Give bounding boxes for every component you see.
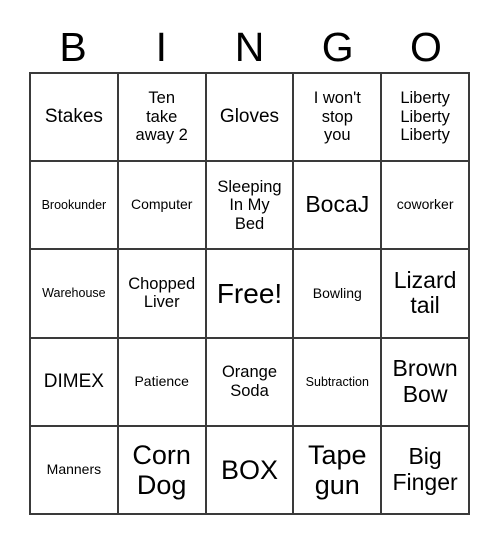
bingo-cell[interactable]: BOX bbox=[206, 426, 295, 515]
bingo-cell[interactable]: I won't stop you bbox=[294, 74, 383, 163]
bingo-cell[interactable]: Ten take away 2 bbox=[118, 74, 207, 163]
bingo-cell[interactable]: Liberty Liberty Liberty bbox=[382, 74, 470, 163]
bingo-cell-label: Subtraction bbox=[305, 374, 369, 389]
bingo-cell-label: I won't stop you bbox=[313, 89, 361, 145]
bingo-header-letter-o: O bbox=[409, 23, 442, 70]
bingo-cell[interactable]: coworker bbox=[382, 162, 470, 251]
bingo-cell[interactable]: Chopped Liver bbox=[118, 250, 207, 339]
bingo-grid: Stakes Ten take away 2 Gloves I won't stop … bbox=[29, 72, 470, 515]
bingo-cell-label: Liberty Liberty Liberty bbox=[400, 89, 450, 145]
bingo-cell-label: Big Finger bbox=[392, 443, 458, 495]
bingo-cell-label: DIMEX bbox=[43, 371, 104, 393]
bingo-cell[interactable]: Manners bbox=[31, 426, 119, 515]
bingo-cell[interactable]: Patience bbox=[118, 338, 207, 427]
bingo-card: B I N G O Stakes Ten take away 2 Gloves I won't… bbox=[0, 0, 500, 544]
bingo-cell-label: BocaJ bbox=[305, 191, 370, 218]
bingo-cell-label: coworker bbox=[396, 196, 454, 213]
bingo-cell-label: BOX bbox=[220, 454, 278, 485]
bingo-header-row: BINGO bbox=[29, 22, 470, 72]
bingo-header-letter-n: N bbox=[234, 23, 265, 70]
bingo-cell-label: Ten take away 2 bbox=[135, 89, 188, 145]
bingo-cell-label: Warehouse bbox=[42, 286, 106, 301]
bingo-cell-label: Sleeping In My Bed bbox=[217, 177, 282, 233]
bingo-cell-label: Tape gun bbox=[308, 439, 367, 500]
bingo-cell[interactable]: Corn Dog bbox=[118, 426, 207, 515]
bingo-cell-label: Brookunder bbox=[41, 198, 107, 213]
bingo-header-letter-g: G bbox=[321, 23, 354, 70]
bingo-cell[interactable]: Gloves bbox=[206, 74, 295, 163]
bingo-cell-label: Computer bbox=[130, 196, 193, 213]
bingo-cell[interactable]: Sleeping In My Bed bbox=[206, 162, 295, 251]
bingo-cell[interactable]: Warehouse bbox=[31, 250, 119, 339]
bingo-cell-label: Manners bbox=[46, 461, 102, 478]
bingo-cell-label: Brown Bow bbox=[392, 354, 458, 407]
bingo-cell[interactable]: Bowling bbox=[294, 250, 383, 339]
bingo-cell-label: Stakes bbox=[44, 106, 103, 128]
bingo-cell-label: Corn Dog bbox=[132, 439, 191, 500]
bingo-cell[interactable]: Computer bbox=[118, 162, 207, 251]
bingo-cell-label: Bowling bbox=[312, 284, 362, 301]
bingo-cell[interactable]: Brookunder bbox=[31, 162, 119, 251]
bingo-cell[interactable]: Lizard tail bbox=[382, 250, 470, 339]
bingo-header-letter-b: B bbox=[59, 23, 87, 70]
bingo-free-space-cell[interactable]: Free! bbox=[206, 250, 295, 339]
bingo-cell-label: Lizard tail bbox=[393, 266, 457, 319]
bingo-cell[interactable]: Tape gun bbox=[294, 426, 383, 515]
bingo-cell[interactable]: Stakes bbox=[31, 74, 119, 163]
bingo-cell-label: Orange Soda bbox=[221, 363, 278, 400]
bingo-cell[interactable]: DIMEX bbox=[31, 338, 119, 427]
bingo-cell-label: Gloves bbox=[219, 106, 280, 128]
bingo-cell-label: Patience bbox=[134, 372, 189, 389]
bingo-cell-label: Free! bbox=[216, 277, 283, 309]
bingo-cell-label: Chopped Liver bbox=[128, 275, 196, 312]
bingo-cell[interactable]: Subtraction bbox=[294, 338, 383, 427]
bingo-header-letter-i: I bbox=[155, 23, 167, 70]
bingo-cell[interactable]: BocaJ bbox=[294, 162, 383, 251]
bingo-cell[interactable]: Big Finger bbox=[382, 426, 470, 515]
bingo-cell[interactable]: Brown Bow bbox=[382, 338, 470, 427]
bingo-cell[interactable]: Orange Soda bbox=[206, 338, 295, 427]
